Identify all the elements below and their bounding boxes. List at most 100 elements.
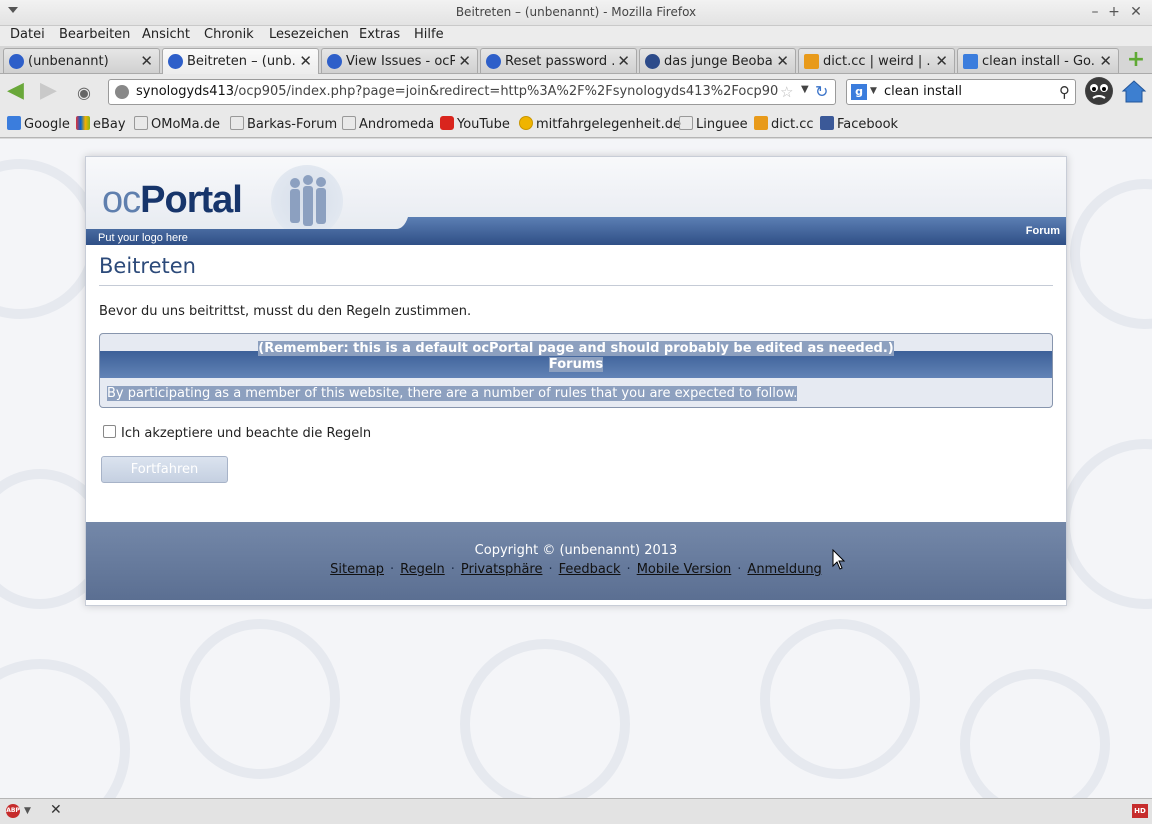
nav-forum-link[interactable]: Forum (1026, 225, 1060, 237)
tab-unbenannt[interactable]: (unbenannt) ✕ (3, 48, 160, 73)
menu-extras[interactable]: Extras (359, 27, 400, 42)
dict-cc-icon (804, 54, 819, 69)
site-identity-icon[interactable] (115, 85, 129, 99)
footer-link-sitemap[interactable]: Sitemap (330, 562, 384, 577)
google-search-engine-icon[interactable]: g (851, 84, 867, 100)
menu-hilfe[interactable]: Hilfe (414, 27, 444, 42)
url-text[interactable]: synologyds413/ocp905/index.php?page=join… (136, 84, 778, 99)
site-logo[interactable]: ocPortal (102, 179, 243, 222)
tab-close-icon[interactable]: ✕ (299, 52, 312, 70)
footer-link-mobile-version[interactable]: Mobile Version (637, 562, 732, 577)
background-pattern (0, 659, 130, 798)
rules-body: By participating as a member of this web… (107, 386, 798, 401)
search-icon[interactable]: ⚲ (1059, 83, 1070, 101)
bookmark-ebay[interactable]: eBay (76, 116, 126, 132)
history-icon[interactable]: ◉ (77, 82, 91, 104)
tab-label: Beitreten – (unb... (187, 54, 296, 69)
bookmark-label: Barkas-Forum (247, 117, 338, 132)
menu-bar: Datei Bearbeiten Ansicht Chronik Lesezei… (0, 26, 1152, 46)
background-pattern (460, 639, 630, 798)
url-dropdown-icon[interactable]: ▼ (801, 84, 809, 95)
window-titlebar: Beitreten – (unbenannt) - Mozilla Firefo… (0, 0, 1152, 26)
footer-link-regeln[interactable]: Regeln (400, 562, 445, 577)
bookmark-google[interactable]: Google (7, 116, 70, 132)
tab-das-junge[interactable]: das junge Beoba... ✕ (639, 48, 796, 73)
bookmark-omoma[interactable]: OMoMa.de (134, 116, 220, 132)
tab-label: dict.cc | weird | ... (823, 54, 932, 69)
tab-clean-install[interactable]: clean install - Go... ✕ (957, 48, 1119, 73)
youtube-icon (440, 116, 454, 130)
tab-beitreten[interactable]: Beitreten – (unb... ✕ (162, 48, 319, 75)
back-icon[interactable]: ◀ (7, 80, 24, 102)
bookmark-star-icon[interactable]: ☆ (780, 83, 793, 101)
footer-link-anmeldung[interactable]: Anmeldung (747, 562, 821, 577)
tab-reset-password[interactable]: Reset password ... ✕ (480, 48, 637, 73)
search-input[interactable]: clean install (884, 84, 962, 99)
adblock-dropdown-icon[interactable]: ▼ (24, 806, 31, 816)
home-icon[interactable] (1121, 78, 1147, 104)
accept-rules-checkbox[interactable] (103, 425, 116, 438)
site-page: ocPortal Put your logo here Forum Beitre… (85, 156, 1067, 606)
mouse-cursor-icon (832, 549, 846, 570)
bookmark-linguee[interactable]: Linguee (679, 116, 748, 132)
footer-link-privatsphaere[interactable]: Privatsphäre (461, 562, 543, 577)
site-footer: Copyright © (unbenannt) 2013 Sitemap · Reg… (86, 522, 1066, 600)
tab-view-issues[interactable]: View Issues - ocP... ✕ (321, 48, 478, 73)
tab-close-icon[interactable]: ✕ (140, 52, 153, 70)
bookmark-dict-cc[interactable]: dict.cc (754, 116, 814, 132)
adblock-icon[interactable]: ABP (6, 804, 20, 818)
new-tab-icon[interactable]: + (1124, 49, 1148, 71)
maximize-icon[interactable]: + (1105, 3, 1123, 21)
status-close-icon[interactable]: ✕ (50, 802, 62, 818)
tab-close-icon[interactable]: ✕ (776, 52, 789, 70)
tab-dict-cc[interactable]: dict.cc | weird | ... ✕ (798, 48, 955, 73)
tab-close-icon[interactable]: ✕ (458, 52, 471, 70)
forward-icon[interactable]: ▶ (40, 80, 57, 102)
bookmark-andromeda[interactable]: Andromeda (342, 116, 434, 132)
accept-rules-row[interactable]: Ich akzeptiere und beachte die Regeln (103, 425, 371, 441)
footer-separator: · (450, 562, 455, 577)
page-title: Beitreten (99, 254, 196, 278)
footer-separator: · (390, 562, 395, 577)
accept-rules-label[interactable]: Ich akzeptiere und beachte die Regeln (121, 426, 371, 441)
menu-bearbeiten[interactable]: Bearbeiten (59, 27, 130, 42)
tab-close-icon[interactable]: ✕ (935, 52, 948, 70)
close-icon[interactable]: ✕ (1127, 3, 1145, 21)
tab-close-icon[interactable]: ✕ (617, 52, 630, 70)
footer-link-feedback[interactable]: Feedback (559, 562, 621, 577)
tab-close-icon[interactable]: ✕ (1099, 52, 1112, 70)
minimize-icon[interactable]: – (1086, 3, 1104, 21)
rules-remember-note: (Remember: this is a default ocPortal pa… (100, 341, 1052, 356)
title-divider (99, 285, 1053, 286)
bookmark-label: eBay (93, 117, 126, 132)
reload-icon[interactable]: ↻ (815, 82, 828, 101)
bookmark-label: Andromeda (359, 117, 435, 132)
globe-icon (9, 54, 24, 69)
bookmark-facebook[interactable]: Facebook (820, 116, 898, 132)
dict-cc-icon (754, 116, 768, 130)
bookmark-youtube[interactable]: YouTube (440, 116, 510, 132)
search-engine-dropdown-icon[interactable]: ▼ (870, 86, 877, 96)
url-bar[interactable]: synologyds413/ocp905/index.php?page=join… (108, 79, 836, 105)
join-intro-text: Bevor du uns beitrittst, musst du den Re… (99, 304, 472, 319)
footer-separator: · (626, 562, 631, 577)
background-pattern (1060, 439, 1152, 609)
bookmark-label: Google (24, 117, 70, 132)
bookmark-mitfahrgelegenheit[interactable]: mitfahrgelegenheit.de (519, 116, 681, 132)
menu-lesezeichen[interactable]: Lesezeichen (269, 27, 349, 42)
bookmark-label: dict.cc (771, 117, 814, 132)
menu-chronik[interactable]: Chronik (204, 27, 254, 42)
background-pattern (180, 619, 340, 779)
menu-datei[interactable]: Datei (10, 27, 45, 42)
menu-ansicht[interactable]: Ansicht (142, 27, 190, 42)
addon-face-icon[interactable] (1085, 77, 1113, 105)
google-icon (7, 116, 21, 130)
background-pattern (1070, 179, 1152, 329)
continue-button[interactable]: Fortfahren (101, 456, 228, 483)
background-pattern (960, 669, 1110, 798)
search-bar[interactable]: g ▼ clean install ⚲ (846, 79, 1076, 105)
logo-portal: Portal (140, 179, 243, 221)
bookmark-barkas-forum[interactable]: Barkas-Forum (230, 116, 337, 132)
hd-icon[interactable]: HD (1132, 804, 1148, 818)
rules-heading: Forums (100, 357, 1052, 372)
